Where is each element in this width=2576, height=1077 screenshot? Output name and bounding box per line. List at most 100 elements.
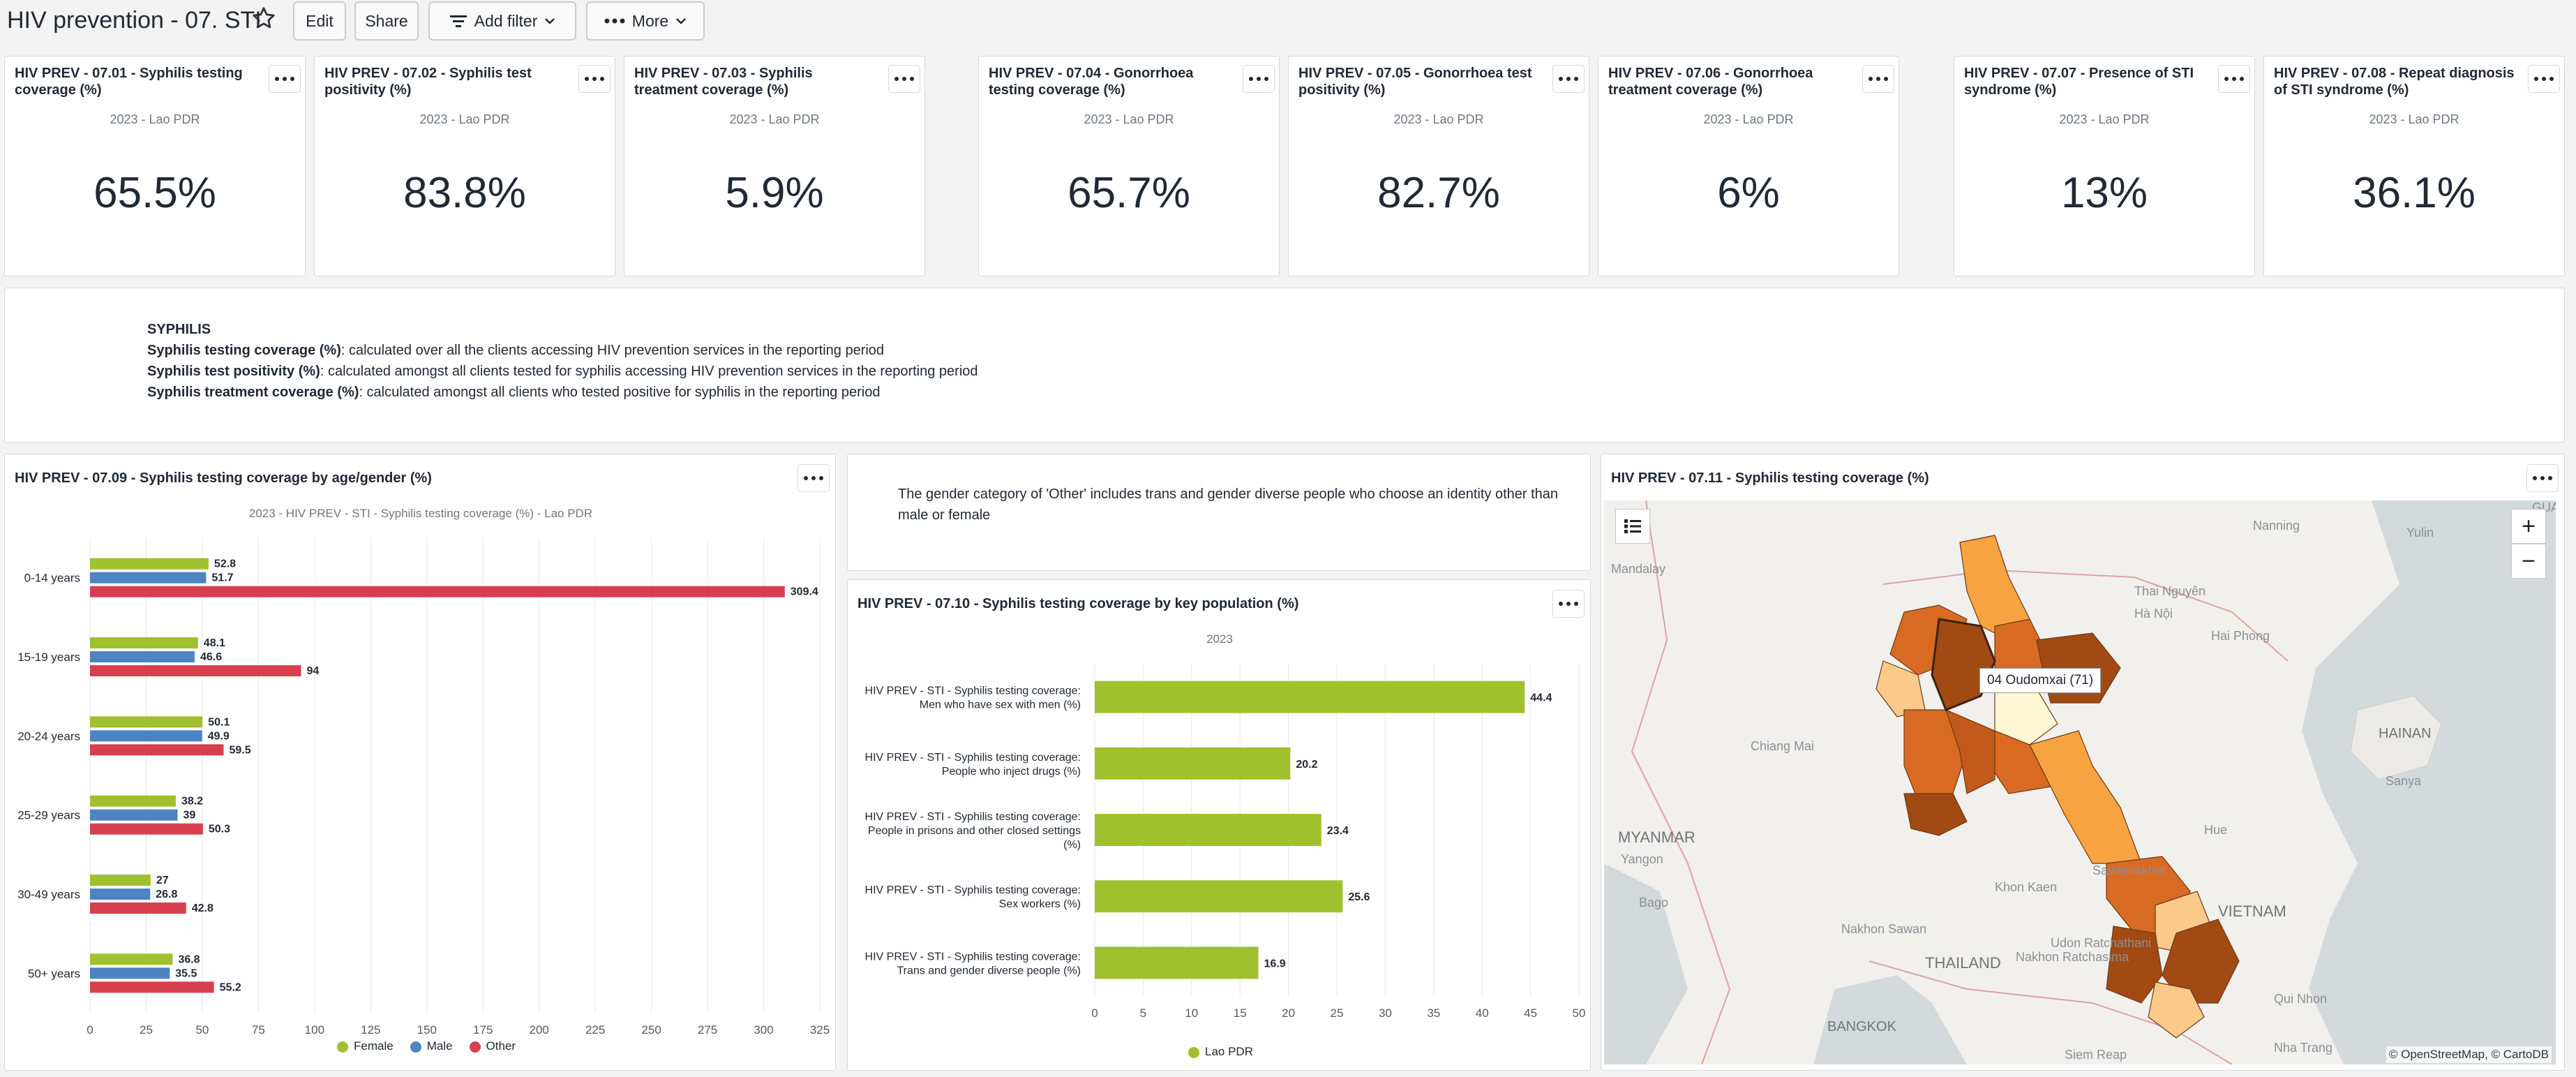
zoom-out-button[interactable]: − <box>2511 544 2546 579</box>
card-menu-button[interactable] <box>269 65 301 93</box>
x-tick-label: 150 <box>417 1023 437 1037</box>
data-label: 55.2 <box>220 981 241 993</box>
data-label: 27 <box>156 875 169 886</box>
map-label-hainan: HAINAN <box>2379 726 2432 741</box>
card-menu-button[interactable] <box>578 65 611 93</box>
bar-female <box>90 716 203 728</box>
edit-button[interactable]: Edit <box>293 1 346 40</box>
map-label-siem-reap: Siem Reap <box>2065 1048 2127 1062</box>
legend-label: Female <box>354 1039 394 1053</box>
card-menu-button[interactable] <box>797 464 830 492</box>
y-category-label: HIV PREV - STI - Syphilis testing covera… <box>865 811 1081 823</box>
x-tick-label: 25 <box>140 1023 153 1037</box>
x-tick-label: 325 <box>810 1023 830 1037</box>
map-label-hue: Hue <box>2204 823 2227 837</box>
bar-male <box>90 889 151 900</box>
card-menu-button[interactable] <box>1552 590 1585 618</box>
y-category-label: 0-14 years <box>24 572 80 585</box>
add-filter-button[interactable]: Add filter <box>428 1 576 40</box>
legend-label: Lao PDR <box>1205 1045 1253 1058</box>
share-label: Share <box>365 11 408 30</box>
y-category-label: 25-29 years <box>17 809 80 822</box>
data-label: 44.4 <box>1530 692 1552 704</box>
y-category-label: HIV PREV - STI - Syphilis testing covera… <box>865 884 1081 896</box>
x-tick-label: 200 <box>530 1023 549 1037</box>
age-gender-chart-card: HIV PREV - 07.09 - Syphilis testing cove… <box>4 454 836 1071</box>
data-label: 49.9 <box>208 730 230 742</box>
bar-male <box>90 572 207 584</box>
data-label: 38.2 <box>181 796 203 808</box>
x-tick-label: 250 <box>641 1023 661 1037</box>
map-label-bago: Bago <box>1639 896 1668 909</box>
x-tick-label: 175 <box>473 1023 493 1037</box>
kpi-subtitle: 2023 - Lao PDR <box>110 112 200 126</box>
y-category-label: Trans and gender diverse people (%) <box>897 965 1081 976</box>
card-menu-button[interactable] <box>1862 65 1894 93</box>
data-label: 39 <box>184 810 196 822</box>
map-label-savannakhet: Savannakhet <box>2092 863 2166 877</box>
kpi-value: 83.8% <box>403 169 526 217</box>
star-icon[interactable] <box>251 6 276 31</box>
data-label: 50.3 <box>209 824 230 835</box>
bar-male <box>90 730 202 742</box>
map-legend-toggle-button[interactable] <box>1615 509 1650 544</box>
syphilis-definitions-card: SYPHILIS Syphilis testing coverage (%): … <box>4 288 2565 443</box>
data-label: 25.6 <box>1348 891 1370 903</box>
bar-lao-pdr <box>1095 747 1291 780</box>
kpi-card-0704: HIV PREV - 07.04 - Gonorrhoea testing co… <box>978 56 1280 276</box>
key-population-chart: 2023 0 5 10 15 20 25 30 35 40 45 50 HIV PREV - STI -… <box>865 632 1586 1020</box>
bar-lao-pdr <box>1095 814 1321 846</box>
map-canvas[interactable]: Nanning Yulin Mandalay Thai Nguyên Hai P… <box>1604 500 2556 1064</box>
legend-item-male[interactable]: Male <box>410 1039 453 1053</box>
map-label-nakhon-sawan: Nakhon Sawan <box>1841 922 1926 936</box>
y-category-label: 15-19 years <box>17 651 80 664</box>
data-label: 48.1 <box>204 637 225 649</box>
chevron-down-icon <box>676 18 687 24</box>
y-category-label: Men who have sex with men (%) <box>920 699 1081 711</box>
kpi-title: HIV PREV - 07.02 - Syphilis test positiv… <box>324 66 532 98</box>
card-menu-button[interactable] <box>1243 65 1275 93</box>
data-label: 26.8 <box>156 889 177 900</box>
dashboard-title: HIV prevention - 07. STI <box>7 7 262 34</box>
x-tick-label: 15 <box>1234 1007 1247 1020</box>
map-label-nanning: Nanning <box>2253 519 2300 533</box>
syphilis-heading: SYPHILIS <box>147 322 211 337</box>
map-title: HIV PREV - 07.11 - Syphilis testing cove… <box>1611 470 1929 486</box>
legend-item-lao-pdr[interactable]: Lao PDR <box>1188 1045 1253 1059</box>
card-menu-button[interactable] <box>2526 464 2559 492</box>
kpi-value: 65.7% <box>1068 169 1190 217</box>
filter-icon <box>449 15 467 27</box>
kpi-title: HIV PREV - 07.04 - Gonorrhoea testing co… <box>989 66 1194 98</box>
chart-subtitle: 2023 <box>1206 632 1233 646</box>
share-button[interactable]: Share <box>354 1 419 40</box>
kpi-title: HIV PREV - 07.05 - Gonorrhoea test posit… <box>1298 66 1532 98</box>
legend-item-other[interactable]: Other <box>469 1039 516 1053</box>
chart-subtitle: 2023 - HIV PREV - STI - Syphilis testing… <box>249 507 592 520</box>
chart-legend: Female Male Other <box>337 1039 516 1053</box>
card-menu-button[interactable] <box>2218 65 2250 93</box>
more-button[interactable]: More <box>586 1 705 40</box>
card-menu-button[interactable] <box>2528 65 2560 93</box>
kpi-value: 5.9% <box>725 169 824 217</box>
bar-other <box>90 586 785 597</box>
bar-lao-pdr <box>1095 880 1343 913</box>
list-icon <box>1624 519 1641 533</box>
map-label-thailand: THAILAND <box>1925 954 2001 972</box>
card-menu-button[interactable] <box>888 65 920 93</box>
chart-legend: Lao PDR <box>1188 1045 1253 1059</box>
map-attribution: © OpenStreetMap, © CartoDB <box>2386 1046 2552 1063</box>
dashboard-header: HIV prevention - 07. STI Edit Share Add … <box>0 0 2576 43</box>
key-population-chart-card: HIV PREV - 07.10 - Syphilis testing cove… <box>847 579 1591 1071</box>
zoom-in-button[interactable]: + <box>2511 509 2546 544</box>
y-category-label: Sex workers (%) <box>999 898 1081 910</box>
kpi-card-0708: HIV PREV - 07.08 - Repeat diagnosis of S… <box>2263 56 2565 276</box>
x-tick-label: 20 <box>1282 1007 1295 1020</box>
bar-male <box>90 967 170 979</box>
card-menu-button[interactable] <box>1552 65 1585 93</box>
map-label-qui-nhon: Qui Nhon <box>2274 992 2327 1006</box>
kpi-card-0701: HIV PREV - 07.01 - Syphilis testing cove… <box>4 56 306 276</box>
legend-item-female[interactable]: Female <box>337 1039 394 1053</box>
map-label-nakhon-ratchasima: Nakhon Ratchasima <box>2016 950 2129 964</box>
bar-other <box>90 744 224 756</box>
kpi-subtitle: 2023 - Lao PDR <box>2059 112 2150 126</box>
